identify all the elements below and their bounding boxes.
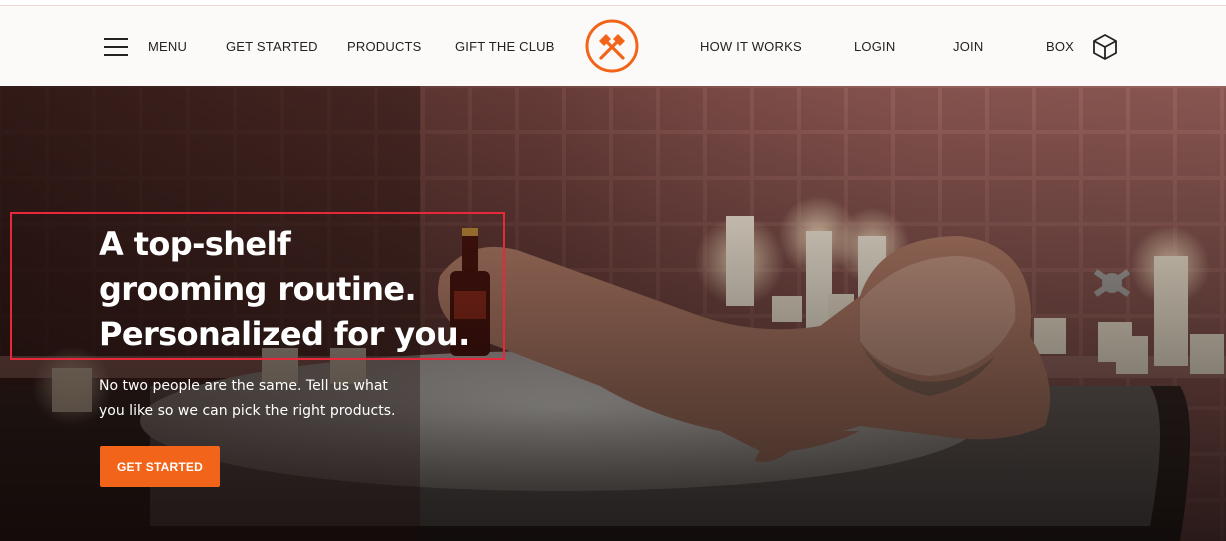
hero-headline: A top-shelf grooming routine. Personaliz…	[99, 222, 519, 357]
nav-menu[interactable]: MENU	[148, 6, 187, 86]
nav-box[interactable]: BOX	[1046, 6, 1074, 86]
nav-how-it-works[interactable]: HOW IT WORKS	[700, 6, 802, 86]
hamburger-icon[interactable]	[104, 38, 128, 56]
hero-headline-line-2: grooming routine.	[99, 270, 417, 308]
get-started-button[interactable]: GET STARTED	[100, 446, 220, 487]
nav-join[interactable]: JOIN	[953, 6, 983, 86]
hero-subtext-line-1: No two people are the same. Tell us what	[99, 378, 388, 394]
hero-headline-line-1: A top-shelf	[99, 225, 291, 263]
hero-headline-line-3: Personalized for you.	[99, 315, 470, 353]
nav-products[interactable]: PRODUCTS	[347, 6, 422, 86]
crossed-hammers-logo[interactable]	[584, 18, 640, 74]
hero-subtext: No two people are the same. Tell us what…	[99, 374, 429, 424]
nav-login[interactable]: LOGIN	[854, 6, 895, 86]
nav-gift-the-club[interactable]: GIFT THE CLUB	[455, 6, 555, 86]
hero-subtext-line-2: you like so we can pick the right produc…	[99, 403, 396, 419]
nav-get-started[interactable]: GET STARTED	[226, 6, 318, 86]
site-header: MENU GET STARTED PRODUCTS GIFT THE CLUB …	[0, 6, 1226, 86]
cube-icon[interactable]	[1092, 33, 1118, 61]
